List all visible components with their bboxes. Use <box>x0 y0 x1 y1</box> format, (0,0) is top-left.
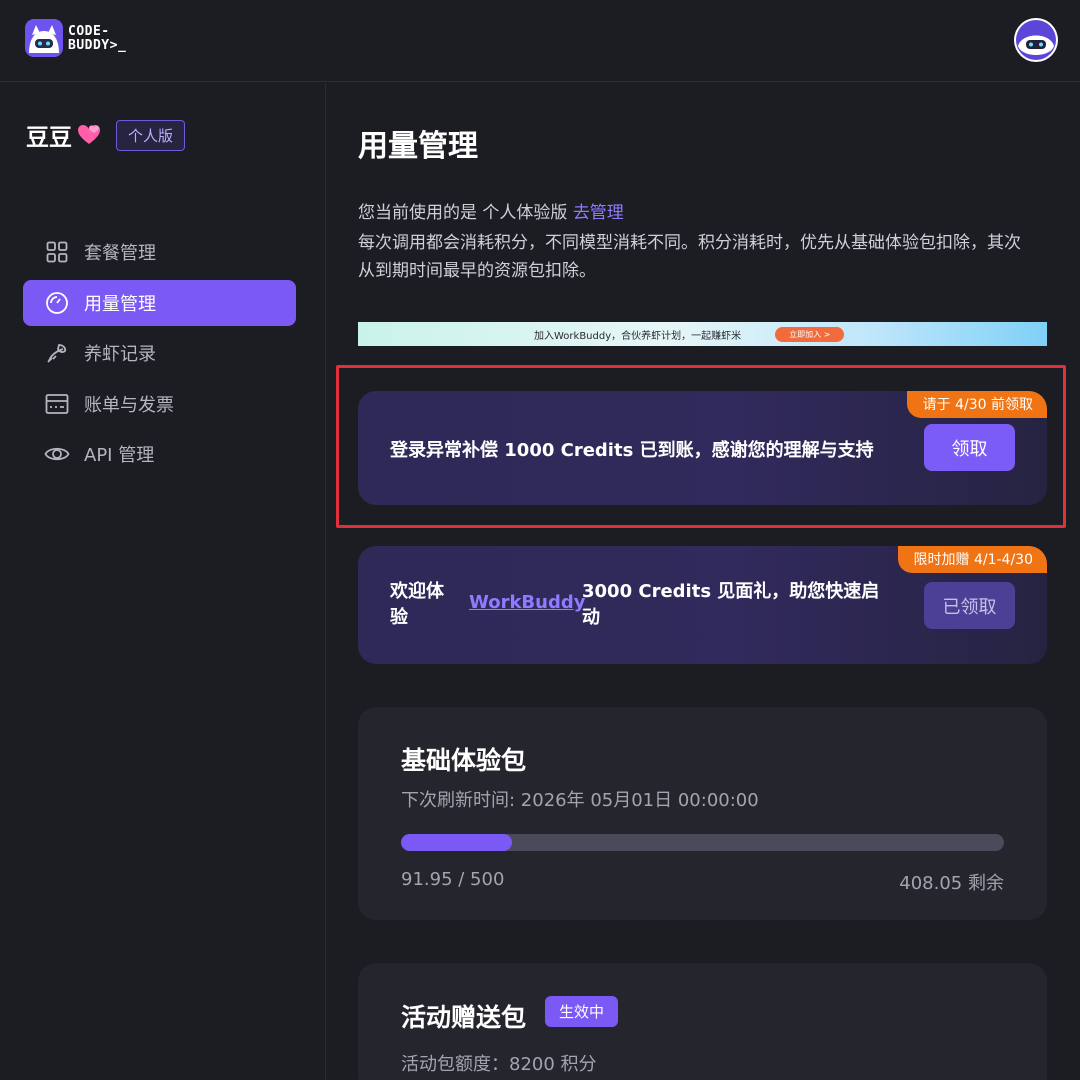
invoice-icon <box>44 391 70 417</box>
sidebar-item-usage[interactable]: 用量管理 <box>23 279 296 326</box>
grid-icon <box>44 239 70 265</box>
workbuddy-link[interactable]: WorkBuddy <box>469 592 585 613</box>
welcome-gift-card: 限时加赠 4/1-4/30 欢迎体验 WorkBuddy 3000 Credit… <box>358 546 1047 664</box>
activity-quota: 活动包额度：8200 积分 <box>401 1054 597 1075</box>
sidebar-item-label: 养虾记录 <box>84 344 156 365</box>
welcome-text: 欢迎体验 <box>390 581 444 628</box>
gift-text: 3000 Credits 见面礼，助您快速启动 <box>582 581 880 628</box>
claim-button[interactable]: 领取 <box>924 424 1015 471</box>
codebuddy-logo[interactable]: CODE- BUDDY>_ <box>25 19 137 59</box>
logo-line2: BUDDY>_ <box>68 38 127 53</box>
logo-text: CODE- BUDDY>_ <box>68 25 126 53</box>
gauge-icon <box>44 290 70 316</box>
credits-description: 每次调用都会消耗积分，不同模型消耗不同。积分消耗时，优先从基础体验包扣除，其次从… <box>358 233 1021 281</box>
shrimp-icon <box>44 340 70 366</box>
compensation-card: 请于 4/30 前领取 登录异常补偿 1000 Credits 已到账，感谢您的… <box>358 391 1047 505</box>
basic-pack-title: 基础体验包 <box>401 746 527 775</box>
banner-text: 加入WorkBuddy，合伙养虾计划，一起赚虾米 <box>534 330 742 342</box>
sidebar: 豆豆 个人版 套餐管理 用量管理 养虾记录 账单与发票 API 管理 <box>0 83 326 1080</box>
activity-pack-title: 活动赠送包 <box>401 1003 527 1032</box>
usage-progress-bar <box>401 834 1004 851</box>
top-bar: CODE- BUDDY>_ <box>0 0 1080 82</box>
sidebar-nav: 套餐管理 用量管理 养虾记录 账单与发票 API 管理 <box>23 229 296 482</box>
sidebar-item-shrimp[interactable]: 养虾记录 <box>23 330 296 376</box>
sidebar-item-plan[interactable]: 套餐管理 <box>23 229 296 275</box>
hearts-icon <box>78 125 100 144</box>
status-badge: 生效中 <box>545 996 619 1027</box>
sidebar-item-label: 账单与发票 <box>84 394 174 416</box>
basic-pack-card: 基础体验包 下次刷新时间: 2026年 05月01日 00:00:00 91.9… <box>358 707 1047 920</box>
logo-line1: CODE- <box>68 24 110 39</box>
user-avatar[interactable] <box>1014 18 1058 62</box>
claimed-button[interactable]: 已领取 <box>924 582 1015 629</box>
plan-badge: 个人版 <box>116 119 186 151</box>
remaining-amount: 408.05 剩余 <box>899 873 1004 894</box>
refresh-time: 下次刷新时间: 2026年 05月01日 00:00:00 <box>401 790 759 811</box>
user-name: 豆豆 <box>26 125 72 151</box>
deadline-tag: 请于 4/30 前领取 <box>906 391 1047 418</box>
user-row: 豆豆 个人版 <box>26 119 186 151</box>
sidebar-item-billing[interactable]: 账单与发票 <box>23 381 296 427</box>
banner-join-button[interactable]: 立即加入 > <box>775 326 845 342</box>
compensation-text: 登录异常补偿 1000 Credits 已到账，感谢您的理解与支持 <box>390 440 874 461</box>
sidebar-item-label: 用量管理 <box>84 293 156 315</box>
sidebar-item-label: API 管理 <box>84 445 155 466</box>
logo-icon <box>25 19 63 57</box>
manage-link[interactable]: 去管理 <box>573 203 624 223</box>
page-title: 用量管理 <box>358 129 478 164</box>
usage-progress-fill <box>401 834 512 851</box>
used-amount: 91.95 / 500 <box>401 869 505 890</box>
activity-pack-card: 活动赠送包 生效中 活动包额度：8200 积分 <box>358 963 1047 1080</box>
sidebar-item-label: 套餐管理 <box>84 243 156 264</box>
promo-banner[interactable]: 加入WorkBuddy，合伙养虾计划，一起赚虾米 立即加入 > <box>358 322 1047 346</box>
sidebar-item-api[interactable]: API 管理 <box>23 431 296 477</box>
limited-time-tag: 限时加赠 4/1-4/30 <box>897 546 1047 573</box>
plan-description: 您当前使用的是 个人体验版 去管理 <box>358 198 624 223</box>
eye-icon <box>44 441 70 467</box>
plan-description-text: 您当前使用的是 个人体验版 <box>358 203 573 223</box>
